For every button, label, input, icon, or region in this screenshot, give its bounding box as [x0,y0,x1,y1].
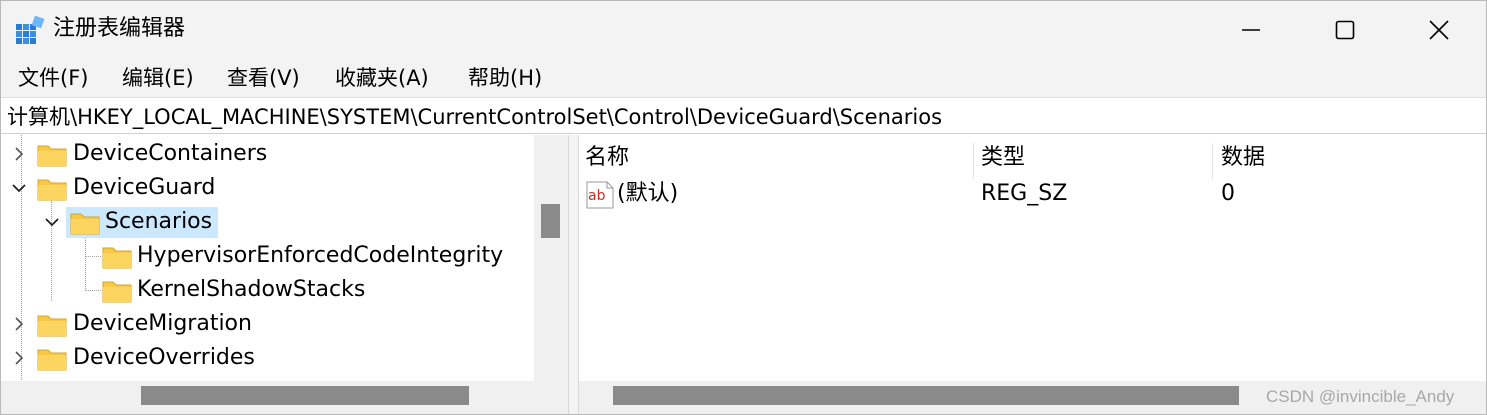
menu-help[interactable]: 帮助(H) [468,63,542,93]
title-bar[interactable]: 注册表编辑器 [1,1,1486,59]
tree-item-label: DeviceOverrides [73,345,255,370]
menu-favorites[interactable]: 收藏夹(A) [335,63,429,93]
registry-editor-icon [16,16,45,44]
chevron-right-icon[interactable] [9,341,29,375]
value-list: 名称 类型 数据 ab (默认) REG_SZ 0 [579,135,1486,414]
chevron-down-icon[interactable] [42,205,62,239]
pane-splitter[interactable] [568,135,579,414]
column-divider[interactable] [1212,143,1213,179]
folder-icon [37,179,67,201]
window-title: 注册表编辑器 [53,16,186,41]
maximize-button[interactable] [1298,1,1392,59]
close-button[interactable] [1392,1,1486,59]
folder-icon [37,145,67,167]
string-value-icon: ab [586,181,614,209]
chevron-right-icon[interactable] [9,137,29,171]
tree-item-label: HypervisorEnforcedCodeIntegrity [137,243,504,268]
tree-vertical-scrollbar[interactable] [534,135,568,381]
tree-item-label: DeviceGuard [73,175,216,200]
value-type: REG_SZ [981,181,1068,206]
maximize-icon [1335,20,1355,40]
tree-vertical-scroll-thumb[interactable] [541,204,560,238]
value-data: 0 [1221,181,1235,206]
tree-item-deviceguard[interactable]: DeviceGuard [1,171,534,205]
watermark: CSDN @invincible_Andy [1266,387,1455,406]
tree-item-kernelshadowstacks[interactable]: KernelShadowStacks [1,273,534,307]
tree-item-devicecontainers[interactable]: DeviceContainers [1,137,534,171]
minimize-button[interactable] [1204,1,1298,59]
list-header: 名称 类型 数据 [579,139,1486,179]
minimize-icon [1242,29,1260,31]
tree-item-scenarios[interactable]: Scenarios [1,205,534,239]
tree-horizontal-scroll-thumb[interactable] [141,386,469,405]
folder-icon [70,213,100,235]
address-bar[interactable]: 计算机\HKEY_LOCAL_MACHINE\SYSTEM\CurrentCon… [1,97,1486,134]
close-icon [1429,20,1449,40]
column-header-type[interactable]: 类型 [981,143,1025,173]
menu-bar: 文件(F) 编辑(E) 查看(V) 收藏夹(A) 帮助(H) [1,59,1486,97]
folder-icon [102,247,132,269]
tree-item-label: DeviceMigration [73,311,252,336]
menu-view[interactable]: 查看(V) [227,63,300,93]
tree-item-label: Scenarios [105,209,213,234]
svg-text:ab: ab [588,188,606,204]
list-horizontal-scroll-thumb[interactable] [613,386,1239,405]
folder-icon [102,281,132,303]
list-item[interactable]: ab (默认) REG_SZ 0 [579,177,1486,211]
folder-icon [37,349,67,371]
tree-item-hypervisorenforcedcodeintegrity[interactable]: HypervisorEnforcedCodeIntegrity [1,239,534,273]
menu-edit[interactable]: 编辑(E) [122,63,194,93]
value-name: (默认) [617,181,679,206]
chevron-right-icon[interactable] [9,307,29,341]
tree-item-devicemigration[interactable]: DeviceMigration [1,307,534,341]
chevron-down-icon[interactable] [9,171,29,205]
menu-file[interactable]: 文件(F) [18,63,88,93]
column-divider[interactable] [973,143,974,179]
tree-item-label: KernelShadowStacks [137,277,366,302]
key-tree: DeviceContainers DeviceGuard Scenarios H… [1,135,568,414]
folder-icon [37,315,67,337]
tree-item-label: DeviceContainers [73,141,268,166]
address-path[interactable]: 计算机\HKEY_LOCAL_MACHINE\SYSTEM\CurrentCon… [7,102,942,132]
column-header-data[interactable]: 数据 [1221,143,1265,173]
column-header-name[interactable]: 名称 [585,143,629,173]
registry-editor-window: 注册表编辑器 文件(F) 编辑(E) 查看(V) 收藏夹(A) 帮助(H) 计算… [0,0,1487,415]
tree-item-deviceoverrides[interactable]: DeviceOverrides [1,341,534,375]
